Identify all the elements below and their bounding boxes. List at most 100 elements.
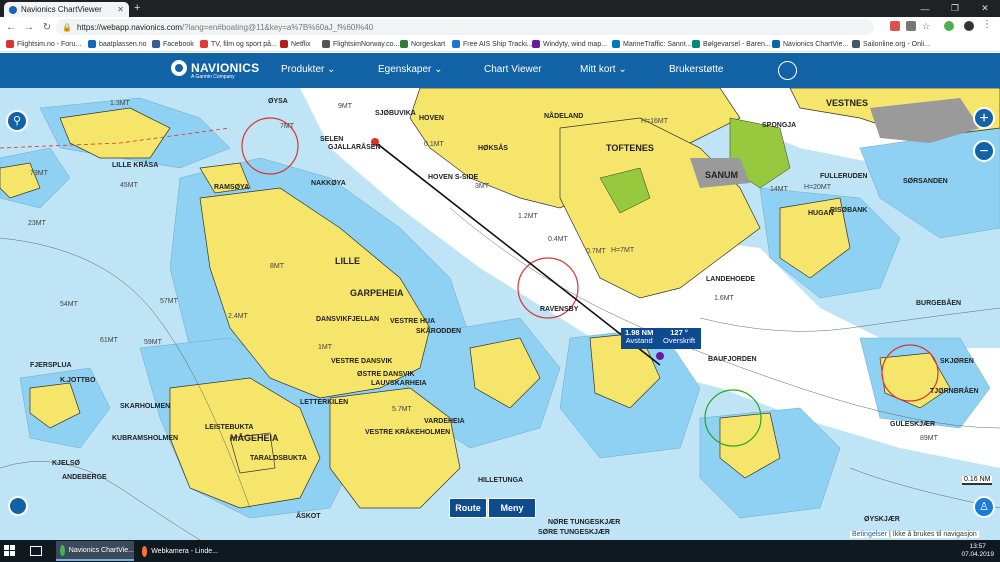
bookmark-item[interactable]: Windyty, wind map...	[532, 40, 607, 48]
place-label: VARDEHEIA	[424, 418, 465, 425]
route-end-marker[interactable]	[656, 352, 664, 360]
place-label: NAKKØYA	[311, 180, 346, 187]
bookmark-item[interactable]: Netflix	[280, 40, 310, 48]
task-view-icon[interactable]	[30, 546, 42, 556]
taskbar-app-firefox[interactable]: Webkamera - Linde...	[138, 541, 218, 561]
chrome-menu-icon[interactable]: ⋮	[982, 20, 992, 30]
bookmark-item[interactable]: Navionics ChartVie...	[772, 40, 848, 48]
tab-close-icon[interactable]: ✕	[117, 5, 124, 14]
place-label: TOFTENES	[606, 143, 654, 153]
route-info-tooltip: 1.98 NM Avstand 127 ° Overskrift	[621, 328, 701, 349]
place-label: SKÅRODDEN	[416, 328, 462, 335]
taskbar-app-chrome[interactable]: Navionics ChartVie...	[56, 541, 134, 561]
person-icon[interactable]: ♙	[973, 496, 995, 518]
place-label: KUBRAMSHOLMEN	[112, 435, 179, 442]
depth-label: 1.2MT	[518, 213, 538, 220]
extension-green-icon[interactable]	[944, 21, 954, 31]
back-icon[interactable]: ←	[4, 21, 18, 35]
place-label: RAVENSBY	[540, 306, 579, 313]
tab-title: Navionics ChartViewer	[21, 5, 102, 14]
star-icon[interactable]: ☆	[922, 21, 932, 31]
menu-produkter[interactable]: Produkter ⌄	[281, 64, 336, 75]
browser-toolbar: ← → ↻ 🔒 https://webapp.navionics.com /?l…	[0, 17, 1000, 38]
depth-label: H=16MT	[641, 118, 669, 125]
place-label: GULESKJÆR	[890, 421, 936, 428]
close-window-icon[interactable]: ✕	[970, 0, 1000, 17]
place-label: TJØRNBRÅEN	[930, 388, 979, 395]
menu-brukerstotte[interactable]: Brukerstøtte	[669, 64, 723, 75]
depth-label: H=20MT	[804, 184, 832, 191]
address-bar[interactable]: 🔒 https://webapp.navionics.com /?lang=en…	[56, 19, 874, 35]
depth-label: 7MT	[280, 123, 294, 130]
bookmark-favicon-icon	[152, 40, 160, 48]
screen: Navionics ChartViewer ✕ + — ❐ ✕ ← → ↻ 🔒 …	[0, 0, 1000, 562]
new-tab-button[interactable]: +	[134, 2, 140, 14]
extension-icon[interactable]	[890, 21, 900, 31]
place-label: VESTRE KRÅKEHOLMEN	[365, 429, 451, 436]
place-label: SELEN	[320, 136, 344, 143]
bookmark-item[interactable]: Flightsim.no - Foru...	[6, 40, 81, 48]
place-label: TARALDSBUKTA	[250, 455, 307, 462]
zoom-out-button[interactable]: −	[973, 140, 995, 162]
place-label: LAUVSKARHEIA	[371, 380, 427, 387]
bookmark-favicon-icon	[280, 40, 288, 48]
menu-chart-viewer[interactable]: Chart Viewer	[484, 64, 542, 75]
compass-icon[interactable]	[8, 496, 28, 516]
bookmark-item[interactable]: TV, film og sport på...	[200, 40, 277, 48]
chart-map[interactable]: LILLE GARPEHEIA MÅGEHEIA TOFTENES SANUM …	[0, 88, 1000, 540]
depth-label: 1MT	[318, 344, 332, 351]
minimize-icon[interactable]: —	[910, 0, 940, 17]
clock-date: 07.04.2019	[961, 551, 994, 558]
site-header: NAVIONICS A Garmin Company Produkter ⌄ E…	[0, 53, 1000, 88]
route-button[interactable]: Route	[449, 498, 487, 518]
depth-label: 54MT	[60, 301, 78, 308]
navionics-logo[interactable]: NAVIONICS A Garmin Company	[171, 60, 260, 80]
place-label: DANSVIKFJELLAN	[316, 316, 380, 323]
search-icon[interactable]: ⚲	[6, 110, 28, 132]
browser-tab[interactable]: Navionics ChartViewer ✕	[4, 2, 129, 17]
place-label: VESTNES	[826, 98, 869, 108]
depth-label: 14MT	[770, 186, 788, 193]
bookmark-item[interactable]: Bølgevarsel - Baren...	[692, 40, 771, 48]
logo-subtitle: A Garmin Company	[191, 74, 235, 80]
place-label: ÅSKOT	[296, 513, 321, 520]
bookmark-favicon-icon	[532, 40, 540, 48]
place-label: GARPEHEIA	[350, 288, 404, 298]
terms-link[interactable]: Betingelser	[852, 531, 887, 538]
disclaimer: Betingelser | Ikke å brukes til navigasj…	[850, 531, 979, 538]
bookmark-item[interactable]: Facebook	[152, 40, 194, 48]
browser-titlebar: Navionics ChartViewer ✕ + — ❐ ✕	[0, 0, 1000, 17]
depth-label: 0.7MT	[586, 248, 606, 255]
windows-start-icon[interactable]	[4, 545, 16, 557]
bookmark-item[interactable]: Norgeskart	[400, 40, 445, 48]
place-label: MÅGEHEIA	[230, 433, 279, 443]
bookmark-item[interactable]: baatplassen.no	[88, 40, 146, 48]
place-label: SØRSANDEN	[903, 178, 948, 185]
url-path: /?lang=en#boating@11&key=a%7B%60aJ_f%60l…	[181, 22, 374, 32]
menu-mitt-kort[interactable]: Mitt kort ⌄	[580, 64, 627, 75]
maximize-icon[interactable]: ❐	[940, 0, 970, 17]
navionics-logo-icon	[171, 60, 187, 76]
place-label: ØSTRE DANSVIK	[357, 371, 415, 378]
bookmark-item[interactable]: FlightsimNorway.co...	[322, 40, 399, 48]
bookmark-item[interactable]: Free AIS Ship Tracki...	[452, 40, 533, 48]
forward-icon[interactable]: →	[22, 21, 36, 35]
bookmark-item[interactable]: MarineTraffic: Sannt...	[612, 40, 691, 48]
bookmark-favicon-icon	[612, 40, 620, 48]
place-label: ØYSA	[268, 98, 288, 105]
place-label: K.JOTTBO	[60, 377, 96, 384]
profile-icon[interactable]	[964, 21, 974, 31]
system-clock[interactable]: 13:57 07.04.2019	[961, 543, 994, 559]
zoom-in-button[interactable]: +	[973, 107, 995, 129]
translate-icon[interactable]	[906, 21, 916, 31]
place-label: BURGEBÅEN	[916, 300, 962, 307]
bookmark-item[interactable]: Sailonline.org - Onli...	[852, 40, 930, 48]
reload-icon[interactable]: ↻	[40, 21, 54, 35]
scale-bar: 0.16 NM	[962, 476, 993, 485]
logo-text: NAVIONICS	[191, 61, 260, 75]
place-label: FJERSPLUA	[30, 362, 72, 369]
user-avatar-icon[interactable]	[778, 61, 797, 80]
menu-egenskaper[interactable]: Egenskaper ⌄	[378, 64, 443, 75]
place-label: LEISTEBUKTA	[205, 424, 254, 431]
menu-button[interactable]: Meny	[488, 498, 536, 518]
